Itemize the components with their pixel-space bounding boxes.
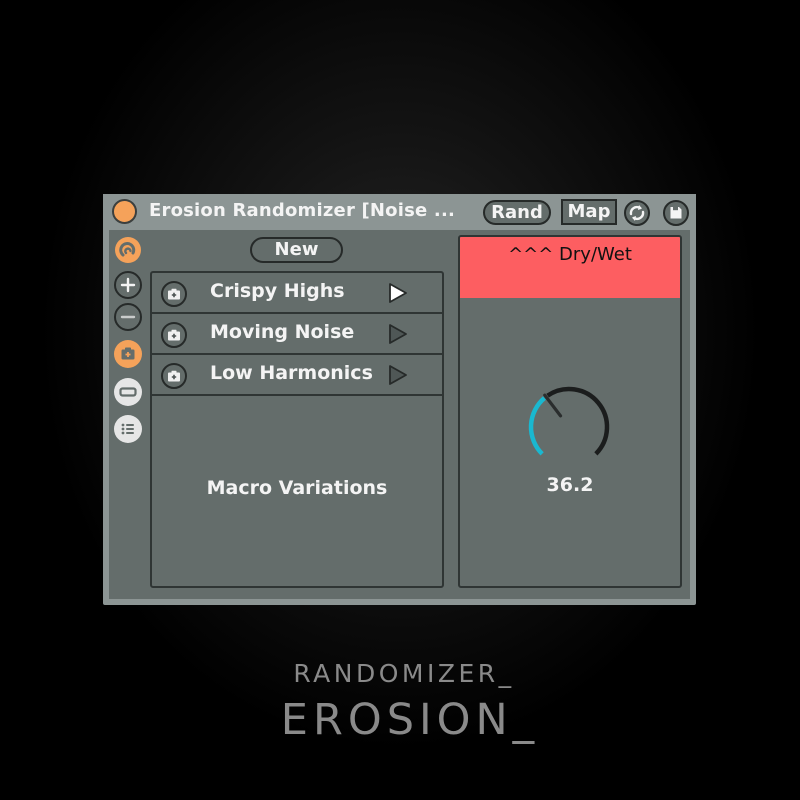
variation-label: Low Harmonics [210,362,373,384]
brand-title: EROSION_ [280,695,540,745]
snapshot-button[interactable] [161,363,187,389]
sidebar-clear-button[interactable] [114,378,142,406]
sidebar-remove-button[interactable] [114,303,142,331]
map-button[interactable]: Map [561,199,617,225]
rand-button[interactable]: Rand [483,200,551,225]
device-window: Erosion Randomizer [Noise ... Rand Map N… [103,194,696,605]
variations-panel: Crispy Highs Moving Noise Low Harmonics … [150,271,444,588]
macro-panel: ^^^ Dry/Wet 36.2 [458,235,682,588]
macro-header: ^^^ Dry/Wet [460,237,680,298]
sidebar-list-button[interactable] [114,415,142,443]
sync-icon [629,205,645,221]
sidebar-snapshot-button[interactable] [114,340,142,368]
snapshot-button[interactable] [161,322,187,348]
sync-button[interactable] [624,200,650,226]
play-icon[interactable] [387,323,409,345]
list-icon [121,423,134,435]
snapshot-button[interactable] [161,281,187,307]
snapshot-icon [168,370,180,382]
save-button[interactable] [663,200,689,226]
knob-needle [543,393,563,418]
brand-subtitle: RANDOMIZER_ [293,659,515,688]
power-toggle[interactable] [112,199,137,224]
knob-track [546,386,610,456]
remove-bar-icon [119,387,137,397]
snapshot-add-icon [121,347,135,360]
plus-icon [120,277,136,293]
knob-value-arc [528,396,546,456]
device-body: New Crispy Highs Moving Noise Low Harmon… [109,230,690,599]
list-item[interactable]: Low Harmonics [152,355,442,396]
sidebar-logo-button[interactable] [114,236,142,264]
play-icon[interactable] [387,364,409,386]
new-variation-button[interactable]: New [250,237,343,263]
macro-title: ^^^ Dry/Wet [508,244,632,265]
play-icon[interactable] [387,282,409,304]
snapshot-icon [168,288,180,300]
macro-variations-label: Macro Variations [206,477,388,499]
device-title: Erosion Randomizer [Noise ... [149,200,456,221]
sidebar-add-button[interactable] [114,271,142,299]
dry-wet-knob[interactable] [524,382,614,472]
device-titlebar: Erosion Randomizer [Noise ... Rand Map [103,194,696,230]
save-icon [670,207,682,219]
list-item[interactable]: Crispy Highs [152,273,442,314]
logo-swirl-icon [115,237,141,263]
snapshot-icon [168,329,180,341]
macro-value: 36.2 [546,474,594,496]
list-item[interactable]: Moving Noise [152,314,442,355]
variation-label: Moving Noise [210,321,355,343]
minus-icon [120,315,136,319]
variation-label: Crispy Highs [210,280,345,302]
